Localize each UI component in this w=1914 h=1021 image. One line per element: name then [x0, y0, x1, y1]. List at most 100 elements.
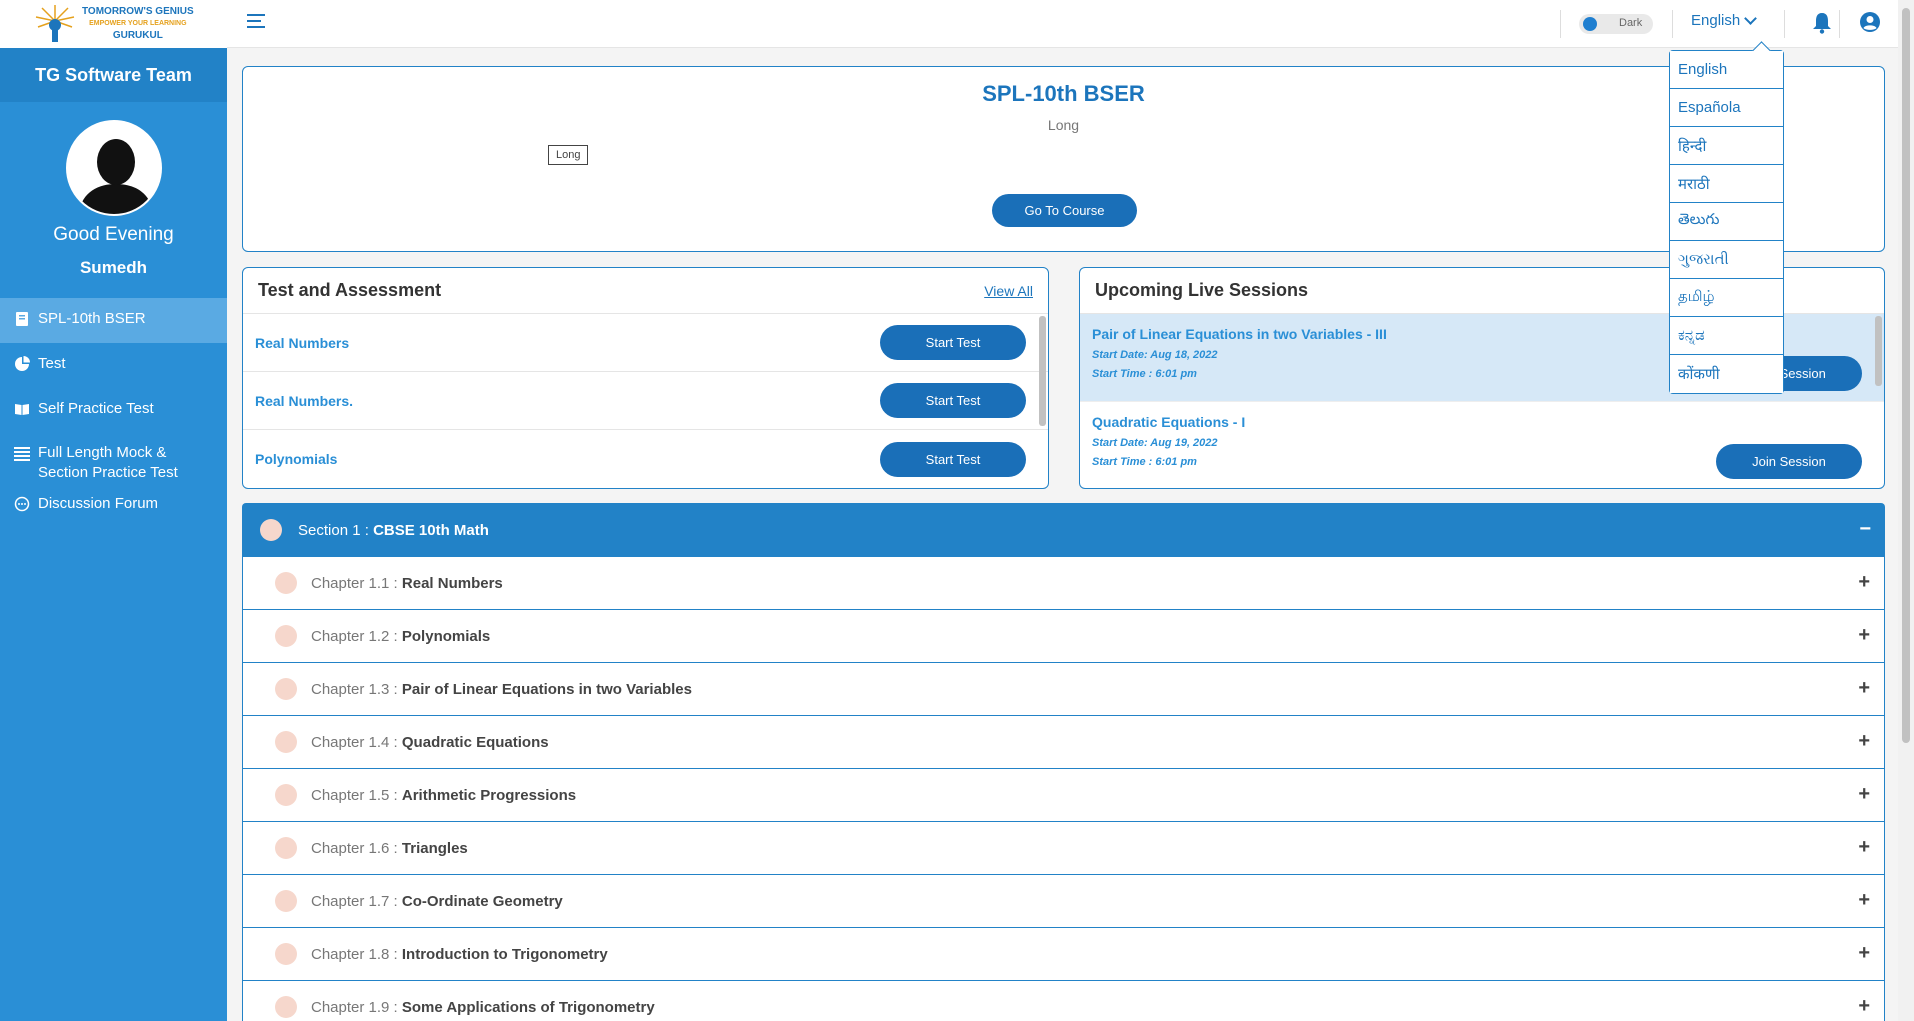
user-silhouette-icon — [78, 139, 153, 214]
sidebar: TOMORROW'S GENIUS EMPOWER YOUR LEARNING … — [0, 0, 227, 1021]
chapter-list: Chapter 1.1 : Real Numbers + Chapter 1.2 … — [242, 557, 1885, 1021]
join-session-button[interactable]: Join Session — [1716, 444, 1862, 479]
expand-icon[interactable]: + — [1858, 571, 1870, 594]
chapter-label: Chapter 1.4 : Quadratic Equations — [311, 733, 549, 751]
logo[interactable]: TOMORROW'S GENIUS EMPOWER YOUR LEARNING … — [0, 0, 227, 48]
panel-title: Test and Assessment — [258, 280, 442, 300]
sidebar-item-test[interactable]: Test — [0, 343, 227, 388]
start-test-button[interactable]: Start Test — [880, 441, 1026, 477]
language-option-hindi[interactable]: हिन्दी — [1670, 127, 1783, 165]
sidebar-item-mock-test[interactable]: Full Length Mock & Section Practice Test — [0, 433, 227, 483]
course-title: SPL-10th BSER — [982, 81, 1145, 106]
chapter-label: Chapter 1.9 : Some Applications of Trigo… — [311, 998, 655, 1016]
chapter-row[interactable]: Chapter 1.6 : Triangles + — [242, 822, 1885, 875]
panel-scrollbar[interactable] — [1039, 316, 1046, 426]
chapter-row[interactable]: Chapter 1.2 : Polynomials + — [242, 610, 1885, 663]
start-test-button[interactable]: Start Test — [880, 383, 1026, 418]
chapter-label: Chapter 1.2 : Polynomials — [311, 627, 491, 645]
collapse-icon[interactable]: − — [1859, 518, 1871, 541]
expand-icon[interactable]: + — [1858, 942, 1870, 965]
test-name[interactable]: Real Numbers. — [255, 393, 880, 409]
progress-dot — [275, 943, 297, 965]
language-option-kannada[interactable]: ಕನ್ನಡ — [1670, 317, 1783, 355]
sidebar-item-self-practice[interactable]: Self Practice Test — [0, 388, 227, 433]
test-row: Polynomials Start Test — [243, 430, 1048, 488]
topbar: Dark English — [227, 0, 1898, 48]
chapter-label: Chapter 1.6 : Triangles — [311, 839, 468, 857]
chapter-row[interactable]: Chapter 1.4 : Quadratic Equations + — [242, 716, 1885, 769]
course-subtitle: Long — [1047, 117, 1080, 133]
expand-icon[interactable]: + — [1858, 730, 1870, 753]
expand-icon[interactable]: + — [1858, 836, 1870, 859]
sidebar-item-course[interactable]: SPL-10th BSER — [0, 298, 227, 343]
chapter-row[interactable]: Chapter 1.8 : Introduction to Trigonomet… — [242, 928, 1885, 981]
team-name: TG Software Team — [0, 48, 227, 102]
go-to-course-button[interactable]: Go To Course — [992, 194, 1137, 227]
divider — [1839, 10, 1840, 38]
language-option-marathi[interactable]: मराठी — [1670, 165, 1783, 203]
chapter-row[interactable]: Chapter 1.9 : Some Applications of Trigo… — [242, 981, 1885, 1021]
progress-dot — [260, 519, 282, 541]
dark-mode-toggle[interactable]: Dark — [1579, 14, 1653, 34]
sidebar-item-label: Test — [38, 355, 66, 372]
chapter-row[interactable]: Chapter 1.1 : Real Numbers + — [242, 557, 1885, 610]
language-selector[interactable]: English — [1691, 11, 1758, 29]
chapter-label: Chapter 1.3 : Pair of Linear Equations i… — [311, 680, 692, 698]
progress-dot — [275, 890, 297, 912]
start-test-button[interactable]: Start Test — [880, 325, 1026, 360]
view-all-link[interactable]: View All — [984, 283, 1033, 299]
sidebar-item-label: Self Practice Test — [38, 400, 154, 417]
list-icon — [14, 447, 30, 461]
pie-chart-icon — [15, 356, 30, 371]
progress-dot — [275, 731, 297, 753]
language-option-gujarati[interactable]: ગુજરાતી — [1670, 241, 1783, 279]
logo-text: TOMORROW'S GENIUS EMPOWER YOUR LEARNING … — [82, 6, 194, 41]
panel-scrollbar[interactable] — [1875, 316, 1882, 386]
language-option-telugu[interactable]: తెలుగు — [1670, 203, 1783, 241]
scrollbar-thumb[interactable] — [1902, 8, 1910, 743]
session-name[interactable]: Quadratic Equations - I — [1092, 414, 1872, 430]
language-label: English — [1691, 12, 1741, 29]
chapter-label: Chapter 1.5 : Arithmetic Progressions — [311, 786, 577, 804]
toggle-knob — [1583, 17, 1597, 31]
sidebar-item-label: Discussion Forum — [38, 495, 159, 512]
progress-dot — [275, 784, 297, 806]
course-card: SPL-10th BSER Long Long Go To Course — [242, 66, 1885, 252]
expand-icon[interactable]: + — [1858, 995, 1870, 1018]
test-assessment-panel: Test and Assessment View All Real Number… — [242, 267, 1049, 489]
section-header[interactable]: Section 1 : CBSE 10th Math − — [242, 503, 1885, 557]
open-book-icon — [15, 404, 29, 415]
sidebar-item-forum[interactable]: Discussion Forum — [0, 483, 227, 528]
divider — [1784, 10, 1785, 38]
chapter-row[interactable]: Chapter 1.3 : Pair of Linear Equations i… — [242, 663, 1885, 716]
page-scrollbar[interactable] — [1898, 0, 1914, 1021]
greeting: Good Evening — [53, 224, 174, 245]
chapter-label: Chapter 1.8 : Introduction to Trigonomet… — [311, 945, 608, 963]
sidebar-item-label: Full Length Mock & Section Practice Test — [38, 444, 178, 481]
test-name[interactable]: Polynomials — [255, 451, 880, 467]
user-account-icon[interactable] — [1859, 11, 1881, 33]
expand-icon[interactable]: + — [1858, 889, 1870, 912]
language-option-english[interactable]: English — [1670, 51, 1783, 89]
avatar — [65, 120, 162, 216]
menu-toggle-icon[interactable] — [247, 14, 267, 32]
expand-icon[interactable]: + — [1858, 624, 1870, 647]
chevron-down-icon — [1744, 11, 1758, 25]
book-icon — [16, 312, 28, 326]
chapter-label: Chapter 1.7 : Co-Ordinate Geometry — [311, 892, 563, 910]
chapter-row[interactable]: Chapter 1.7 : Co-Ordinate Geometry + — [242, 875, 1885, 928]
progress-dot — [275, 625, 297, 647]
divider — [1672, 10, 1673, 38]
language-option-konkani[interactable]: कोंकणी — [1670, 355, 1783, 393]
bell-icon[interactable] — [1812, 12, 1832, 34]
course-tag: Long — [548, 145, 589, 165]
test-row: Real Numbers Start Test — [243, 314, 1048, 372]
test-row: Real Numbers. Start Test — [243, 372, 1048, 430]
chapter-row[interactable]: Chapter 1.5 : Arithmetic Progressions + — [242, 769, 1885, 822]
panel-header: Test and Assessment View All — [243, 268, 1048, 314]
language-option-tamil[interactable]: தமிழ் — [1670, 279, 1783, 317]
language-option-espanola[interactable]: Española — [1670, 89, 1783, 127]
expand-icon[interactable]: + — [1858, 783, 1870, 806]
test-name[interactable]: Real Numbers — [255, 335, 880, 351]
expand-icon[interactable]: + — [1858, 677, 1870, 700]
